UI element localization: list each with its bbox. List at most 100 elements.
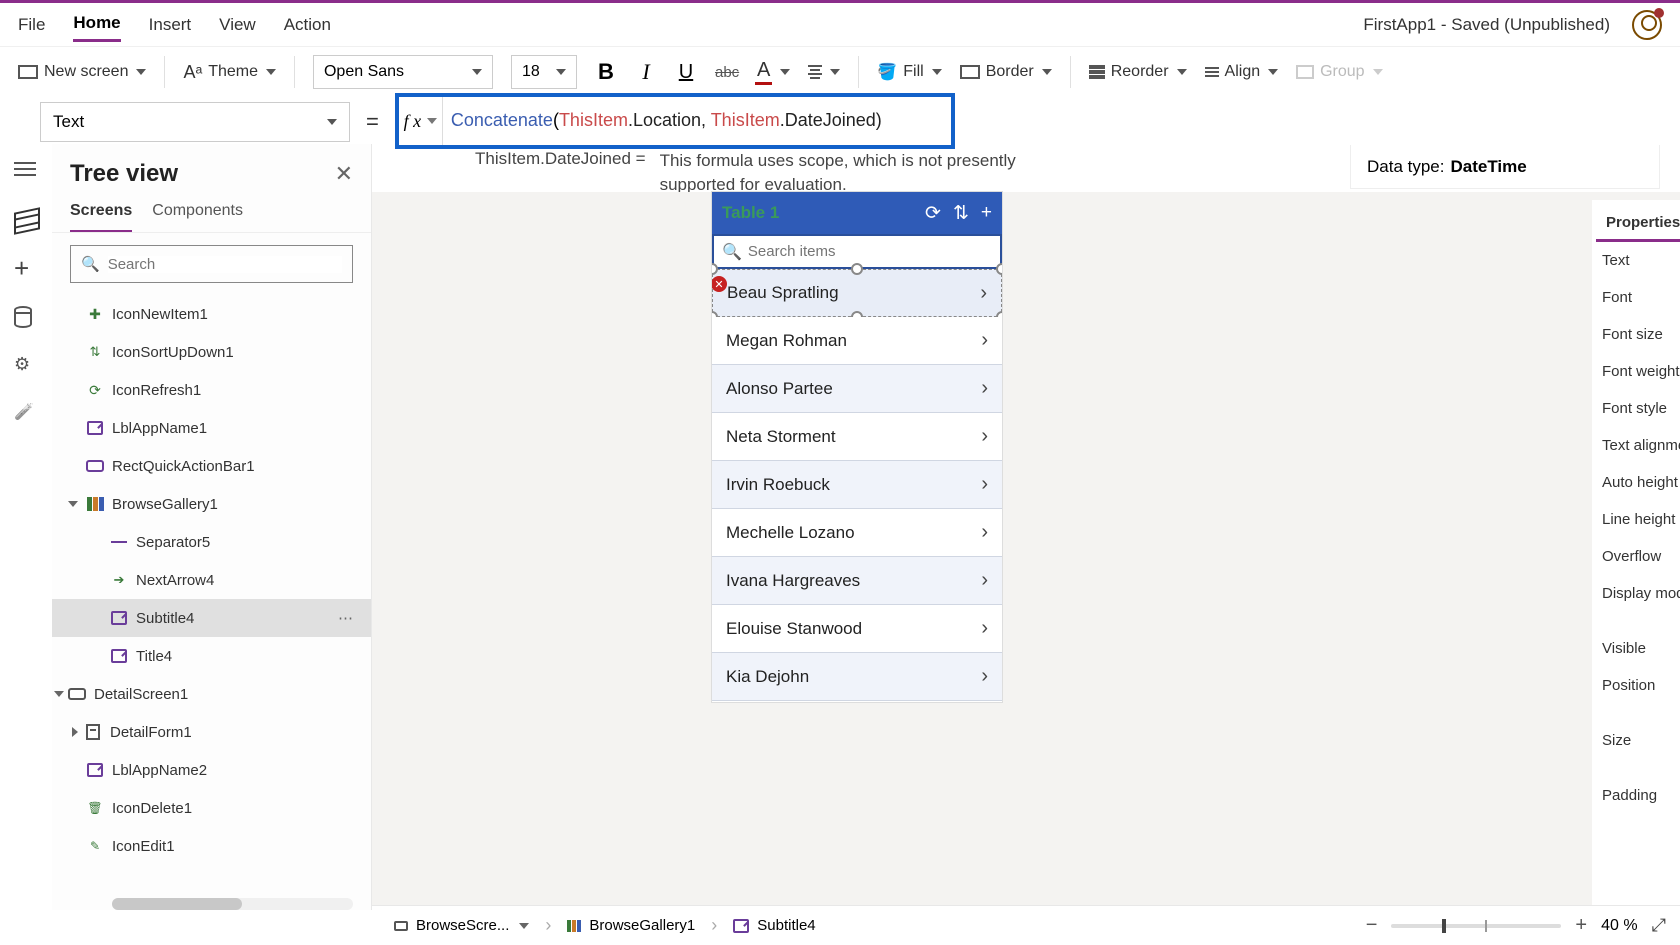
close-panel-button[interactable]: ✕ (335, 161, 353, 187)
data-icon[interactable] (14, 306, 38, 328)
tree-item-iconsortupdown1[interactable]: ⇅IconSortUpDown1 (52, 333, 371, 371)
strikethrough-button[interactable]: abc (715, 64, 737, 81)
gallery-row[interactable]: Tamica Trickett› (712, 701, 1002, 702)
bold-button[interactable]: B (595, 59, 617, 85)
menu-home[interactable]: Home (73, 7, 120, 42)
menu-action[interactable]: Action (284, 9, 331, 41)
chevron-right-icon[interactable]: › (981, 665, 988, 688)
tree-item-title4[interactable]: Title4 (52, 637, 371, 675)
gallery-row[interactable]: Irvin Roebuck› (712, 461, 1002, 509)
chevron-right-icon[interactable]: › (981, 569, 988, 592)
tab-components[interactable]: Components (152, 196, 243, 232)
chevron-right-icon[interactable]: › (980, 282, 987, 305)
tree-item-icondelete1[interactable]: 🗑IconDelete1 (52, 789, 371, 827)
tree-item-subtitle4[interactable]: Subtitle4⋯ (52, 599, 371, 637)
prop-line-height[interactable]: Line height (1592, 501, 1680, 538)
fullscreen-button[interactable]: ⤢ (1652, 915, 1666, 936)
gallery-row[interactable]: Mechelle Lozano› (712, 509, 1002, 557)
tree-item-nextarrow4[interactable]: ➔NextArrow4 (52, 561, 371, 599)
group-button: Group (1296, 63, 1382, 81)
tree-item-iconnewitem1[interactable]: ✚IconNewItem1 (52, 295, 371, 333)
menu-insert[interactable]: Insert (149, 9, 192, 41)
tree-item-lblappname2[interactable]: LblAppName2 (52, 751, 371, 789)
zoom-out-button[interactable]: − (1366, 914, 1378, 937)
breadcrumb-subtitle4[interactable]: Subtitle4 (725, 913, 823, 938)
prop-text[interactable]: Text (1592, 242, 1680, 279)
prop-position[interactable]: Position (1592, 667, 1680, 704)
tree-view-icon[interactable] (14, 210, 38, 232)
tree-item-browsegallery1[interactable]: BrowseGallery1 (52, 485, 371, 523)
reorder-button[interactable]: Reorder (1089, 63, 1187, 81)
tree-search[interactable]: 🔍 (70, 245, 353, 283)
properties-tab[interactable]: Properties (1596, 208, 1680, 242)
gallery-row[interactable]: Neta Storment› (712, 413, 1002, 461)
insert-icon[interactable]: + (14, 258, 38, 280)
tree-hscroll[interactable] (112, 898, 353, 910)
prop-font[interactable]: Font (1592, 279, 1680, 316)
canvas[interactable]: Table 1 ⟳ ⇅ + 🔍 ✕ Beau Spratling › Megan… (372, 192, 1680, 910)
chevron-right-icon[interactable]: › (981, 377, 988, 400)
breadcrumb-browsegallery[interactable]: BrowseGallery1 (559, 913, 703, 938)
gallery-row[interactable]: Megan Rohman› (712, 317, 1002, 365)
prop-auto-height[interactable]: Auto height (1592, 464, 1680, 501)
property-select[interactable]: Text (40, 102, 350, 142)
tree-item-iconedit1[interactable]: ✎IconEdit1 (52, 827, 371, 865)
hamburger-icon[interactable] (14, 162, 38, 184)
fx-button[interactable]: f x (399, 97, 443, 145)
gallery-row[interactable]: Ivana Hargreaves› (712, 557, 1002, 605)
formula-input[interactable]: Concatenate(ThisItem.Location, ThisItem.… (443, 110, 951, 132)
gallery-row[interactable]: Elouise Stanwood› (712, 605, 1002, 653)
equals-sign: = (366, 109, 379, 135)
advanced-tools-icon[interactable] (14, 354, 38, 376)
fill-button[interactable]: 🪣 Fill (877, 62, 941, 82)
gallery-row-selected[interactable]: ✕ Beau Spratling › (712, 269, 1002, 317)
prop-font-style[interactable]: Font style (1592, 390, 1680, 427)
breadcrumb-browsescreen[interactable]: BrowseScre... (386, 913, 537, 938)
border-button[interactable]: Border (960, 63, 1052, 81)
tree-item-iconrefresh1[interactable]: ⟳IconRefresh1 (52, 371, 371, 409)
prop-display-mode[interactable]: Display mode (1592, 575, 1680, 612)
refresh-icon[interactable]: ⟳ (925, 202, 941, 225)
experimental-icon[interactable] (14, 402, 38, 424)
gallery-row[interactable]: Alonso Partee› (712, 365, 1002, 413)
align-button[interactable]: Align (1205, 63, 1279, 81)
new-screen-button[interactable]: New screen (18, 63, 146, 81)
text-align-button[interactable] (808, 65, 840, 79)
tree-item-separator5[interactable]: Separator5 (52, 523, 371, 561)
tree-item-detailscreen1[interactable]: DetailScreen1 (52, 675, 371, 713)
prop-visible[interactable]: Visible (1592, 630, 1680, 667)
chevron-right-icon[interactable]: › (981, 329, 988, 352)
chevron-right-icon[interactable]: › (981, 425, 988, 448)
menu-file[interactable]: File (18, 9, 45, 41)
font-size-select[interactable]: 18 (511, 55, 577, 89)
align-icon (1205, 67, 1219, 77)
more-icon[interactable]: ⋯ (338, 609, 355, 627)
italic-button[interactable]: I (635, 59, 657, 85)
theme-button[interactable]: Aᵃ Theme (183, 62, 276, 83)
zoom-slider[interactable] (1391, 924, 1561, 928)
tree-item-lblappname1[interactable]: LblAppName1 (52, 409, 371, 447)
phone-search-field[interactable] (748, 243, 992, 260)
chevron-right-icon[interactable]: › (981, 617, 988, 640)
chevron-right-icon[interactable]: › (981, 473, 988, 496)
tab-screens[interactable]: Screens (70, 196, 132, 232)
sort-icon[interactable]: ⇅ (953, 202, 969, 225)
font-color-button[interactable]: A (755, 59, 790, 85)
prop-padding[interactable]: Padding (1592, 777, 1680, 814)
tree-item-detailform1[interactable]: DetailForm1 (52, 713, 371, 751)
prop-overflow[interactable]: Overflow (1592, 538, 1680, 575)
prop-text-alignment[interactable]: Text alignme (1592, 427, 1680, 464)
chevron-right-icon[interactable]: › (981, 521, 988, 544)
gallery-row[interactable]: Kia Dejohn› (712, 653, 1002, 701)
add-icon[interactable]: + (981, 202, 992, 224)
font-select[interactable]: Open Sans (313, 55, 493, 89)
zoom-in-button[interactable]: + (1575, 914, 1587, 937)
tree-item-rectquickactionbar1[interactable]: RectQuickActionBar1 (52, 447, 371, 485)
menu-view[interactable]: View (219, 9, 256, 41)
account-icon[interactable] (1632, 10, 1662, 40)
underline-button[interactable]: U (675, 61, 697, 84)
prop-font-weight[interactable]: Font weight (1592, 353, 1680, 390)
prop-font-size[interactable]: Font size (1592, 316, 1680, 353)
prop-size[interactable]: Size (1592, 722, 1680, 759)
tree-search-field[interactable] (108, 256, 342, 273)
